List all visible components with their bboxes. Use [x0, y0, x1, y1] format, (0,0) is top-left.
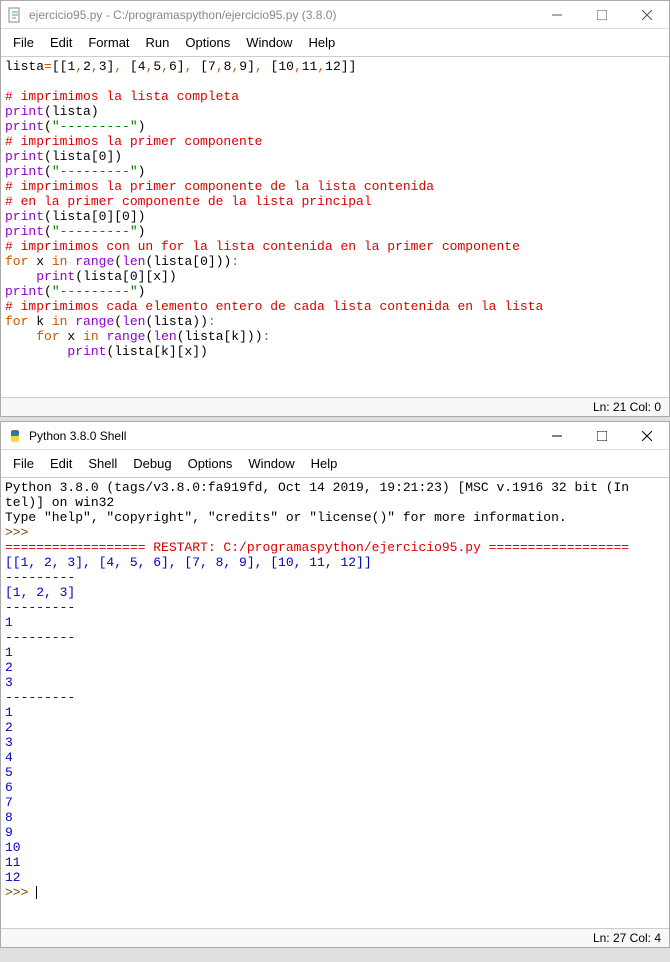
maximize-button[interactable] — [579, 422, 624, 450]
menu-file[interactable]: File — [7, 454, 40, 473]
editor-statusbar: Ln: 21 Col: 0 — [1, 397, 669, 416]
menu-run[interactable]: Run — [140, 33, 176, 52]
shell-window-buttons — [534, 422, 669, 450]
close-button[interactable] — [624, 422, 669, 450]
maximize-button[interactable] — [579, 1, 624, 29]
code-line: # imprimimos la primer componente de la … — [5, 179, 665, 194]
shell-statusbar: Ln: 27 Col: 4 — [1, 928, 669, 947]
shell-line: 3 — [5, 675, 665, 690]
code-line: print(lista[0][x]) — [5, 269, 665, 284]
shell-line: --------- — [5, 570, 665, 585]
menu-help[interactable]: Help — [305, 454, 344, 473]
shell-line: [1, 2, 3] — [5, 585, 665, 600]
code-line: print(lista) — [5, 104, 665, 119]
menu-help[interactable]: Help — [302, 33, 341, 52]
close-button[interactable] — [624, 1, 669, 29]
shell-line: 8 — [5, 810, 665, 825]
shell-line: 1 — [5, 645, 665, 660]
editor-code-area[interactable]: lista=[[1,2,3], [4,5,6], [7,8,9], [10,11… — [1, 57, 669, 397]
menu-file[interactable]: File — [7, 33, 40, 52]
shell-line: tel)] on win32 — [5, 495, 665, 510]
shell-line: 11 — [5, 855, 665, 870]
menu-debug[interactable]: Debug — [127, 454, 177, 473]
code-line: print("---------") — [5, 164, 665, 179]
shell-line: 1 — [5, 705, 665, 720]
code-line: print("---------") — [5, 224, 665, 239]
code-line: for x in range(len(lista[k])): — [5, 329, 665, 344]
shell-line: --------- — [5, 690, 665, 705]
code-line: # en la primer componente de la lista pr… — [5, 194, 665, 209]
shell-line: 5 — [5, 765, 665, 780]
editor-window: ejercicio95.py - C:/programaspython/ejer… — [0, 0, 670, 417]
text-cursor — [36, 886, 37, 899]
code-line: print(lista[0][0]) — [5, 209, 665, 224]
code-line: for k in range(len(lista)): — [5, 314, 665, 329]
shell-line: 1 — [5, 615, 665, 630]
shell-line: --------- — [5, 630, 665, 645]
shell-line: Python 3.8.0 (tags/v3.8.0:fa919fd, Oct 1… — [5, 480, 665, 495]
menu-edit[interactable]: Edit — [44, 33, 78, 52]
menu-options[interactable]: Options — [182, 454, 239, 473]
editor-titlebar[interactable]: ejercicio95.py - C:/programaspython/ejer… — [1, 1, 669, 29]
shell-line: 12 — [5, 870, 665, 885]
code-line: lista=[[1,2,3], [4,5,6], [7,8,9], [10,11… — [5, 59, 665, 74]
menu-options[interactable]: Options — [179, 33, 236, 52]
menu-edit[interactable]: Edit — [44, 454, 78, 473]
shell-line: 2 — [5, 720, 665, 735]
shell-titlebar[interactable]: Python 3.8.0 Shell — [1, 422, 669, 450]
shell-line: 9 — [5, 825, 665, 840]
code-line: # imprimimos la primer componente — [5, 134, 665, 149]
python-file-icon — [7, 7, 23, 23]
code-line: # imprimimos la lista completa — [5, 89, 665, 104]
shell-line: ================== RESTART: C:/programas… — [5, 540, 665, 555]
code-line: print(lista[k][x]) — [5, 344, 665, 359]
shell-output-area[interactable]: Python 3.8.0 (tags/v3.8.0:fa919fd, Oct 1… — [1, 478, 669, 928]
shell-line: 6 — [5, 780, 665, 795]
editor-window-buttons — [534, 1, 669, 29]
code-line: for x in range(len(lista[0])): — [5, 254, 665, 269]
shell-line: 7 — [5, 795, 665, 810]
shell-line: [[1, 2, 3], [4, 5, 6], [7, 8, 9], [10, 1… — [5, 555, 665, 570]
editor-title: ejercicio95.py - C:/programaspython/ejer… — [29, 8, 534, 22]
code-line: # imprimimos cada elemento entero de cad… — [5, 299, 665, 314]
code-line: print("---------") — [5, 119, 665, 134]
minimize-button[interactable] — [534, 1, 579, 29]
code-line: # imprimimos con un for la lista conteni… — [5, 239, 665, 254]
shell-title: Python 3.8.0 Shell — [29, 429, 534, 443]
shell-menubar: FileEditShellDebug OptionsWindow Help — [1, 450, 669, 478]
shell-line: >>> — [5, 525, 665, 540]
editor-menubar: FileEditFormat RunOptionsWindowHelp — [1, 29, 669, 57]
shell-line: 2 — [5, 660, 665, 675]
shell-line: 4 — [5, 750, 665, 765]
python-icon — [7, 428, 23, 444]
shell-line: 3 — [5, 735, 665, 750]
shell-line: >>> — [5, 885, 665, 900]
menu-window[interactable]: Window — [240, 33, 298, 52]
code-line: print("---------") — [5, 284, 665, 299]
code-line — [5, 74, 665, 89]
shell-line: 10 — [5, 840, 665, 855]
menu-shell[interactable]: Shell — [82, 454, 123, 473]
menu-format[interactable]: Format — [82, 33, 135, 52]
shell-window: Python 3.8.0 Shell FileEditShellDebug Opt… — [0, 421, 670, 948]
shell-line: Type "help", "copyright", "credits" or "… — [5, 510, 665, 525]
menu-window[interactable]: Window — [242, 454, 300, 473]
code-line: print(lista[0]) — [5, 149, 665, 164]
minimize-button[interactable] — [534, 422, 579, 450]
shell-line: --------- — [5, 600, 665, 615]
